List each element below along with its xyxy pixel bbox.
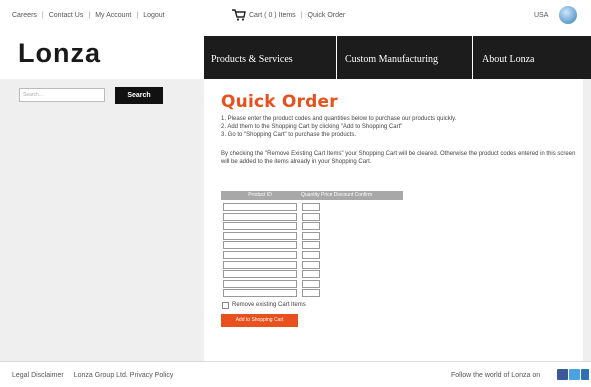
country-selector[interactable]: USA (534, 12, 548, 19)
product-code-input[interactable] (223, 260, 297, 269)
quantity-input[interactable] (302, 279, 320, 288)
remove-cart-note: By checking the "Remove Existing Cart It… (221, 151, 576, 165)
product-code-input[interactable] (223, 241, 297, 250)
quantity-input[interactable] (302, 260, 320, 269)
separator: | (300, 11, 303, 19)
nav-products-services[interactable]: Products & Services (211, 54, 293, 65)
separator: | (88, 12, 91, 19)
logout-link[interactable]: Logout (143, 12, 164, 19)
careers-link[interactable]: Careers (12, 12, 37, 19)
quantity-input[interactable] (302, 203, 320, 211)
linkedin-icon[interactable] (581, 369, 589, 380)
product-code-input[interactable] (223, 212, 297, 221)
add-to-cart-button[interactable]: Add to Shopping Cart (221, 314, 298, 327)
product-code-input[interactable] (223, 222, 297, 231)
globe-icon[interactable] (559, 6, 577, 24)
quantity-input[interactable] (302, 212, 320, 221)
footer-links: Legal Disclaimer Lonza Group Ltd. Privacy… (12, 372, 173, 379)
product-code-input[interactable] (223, 279, 297, 288)
nav-custom-manufacturing[interactable]: Custom Manufacturing (345, 54, 438, 65)
quick-order-table-header: Product ID Quantity Price Discount Confi… (221, 191, 403, 200)
product-code-input[interactable] (223, 203, 297, 211)
separator: | (41, 12, 44, 19)
twitter-icon[interactable] (569, 369, 580, 380)
search-button[interactable]: Search (115, 87, 163, 104)
quantity-input[interactable] (302, 289, 320, 298)
product-code-input[interactable] (223, 231, 297, 240)
product-code-input[interactable] (223, 289, 297, 298)
product-code-input[interactable] (223, 251, 297, 259)
facebook-icon[interactable] (557, 369, 568, 380)
contact-us-link[interactable]: Contact Us (49, 12, 84, 19)
legal-disclaimer-link[interactable]: Legal Disclaimer (12, 372, 64, 379)
instruction-step-3: 3. Go to "Shopping Cart" to purchase the… (221, 132, 357, 138)
remove-existing-checkbox[interactable] (222, 302, 229, 309)
quantity-input[interactable] (302, 270, 320, 279)
nav-divider (336, 36, 337, 79)
privacy-policy-link[interactable]: Lonza Group Ltd. Privacy Policy (74, 372, 174, 379)
instruction-step-2: 2. Add them to the Shopping Cart by clic… (221, 124, 403, 130)
cart-link[interactable]: Cart ( 0 ) Items (249, 12, 296, 19)
quantity-input[interactable] (302, 251, 320, 259)
quantity-input[interactable] (302, 231, 320, 240)
quantity-input[interactable] (302, 241, 320, 250)
quantity-header: Quantity Price Discount Confirm (301, 192, 373, 198)
cart-area: Cart ( 0 ) Items | Quick Order (232, 9, 345, 21)
left-sidebar (0, 79, 204, 361)
quantity-input[interactable] (302, 222, 320, 231)
my-account-link[interactable]: My Account (95, 12, 131, 19)
shopping-cart-icon[interactable] (232, 9, 246, 21)
remove-existing-label: Remove existing Cart Items (232, 302, 306, 308)
page-title: Quick Order (221, 92, 338, 112)
quick-order-link[interactable]: Quick Order (308, 12, 346, 19)
instruction-step-1: 1. Please enter the product codes and qu… (221, 116, 457, 122)
lonza-logo[interactable]: Lonza (18, 38, 101, 69)
nav-about-lonza[interactable]: About Lonza (482, 54, 535, 65)
search-input[interactable]: Search... (19, 88, 105, 102)
follow-text: Follow the world of Lonza on (451, 372, 541, 379)
product-code-input[interactable] (223, 270, 297, 279)
top-links: Careers | Contact Us | My Account | Logout (12, 12, 165, 19)
product-id-header: Product ID (248, 192, 272, 198)
right-gutter (583, 79, 591, 361)
separator: | (136, 12, 139, 19)
nav-divider (472, 36, 473, 79)
